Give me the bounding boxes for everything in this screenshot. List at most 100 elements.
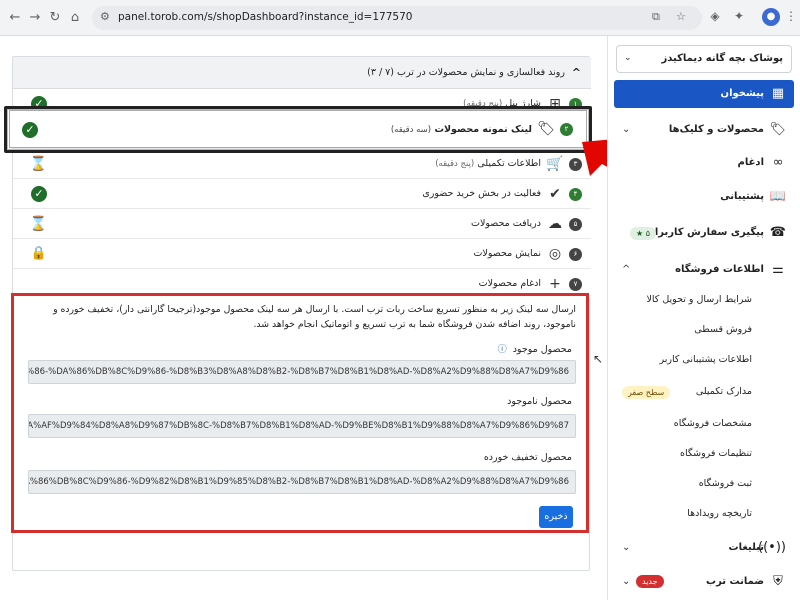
step-number: ۵ [569,218,582,231]
price-tag-icon: 🏷 [537,121,555,137]
check-icon: ✓ [31,186,47,202]
main-content: ^ روند فعالسازی و نمایش محصولات در ترب (… [0,36,666,600]
url-text: panel.torob.com/s/shopDashboard?instance… [118,11,413,23]
plus-icon: + [549,276,561,292]
field-label-unavailable: محصول ناموجود [507,396,572,407]
sidebar-subitem-register[interactable]: ثبت فروشگاه [699,478,752,489]
menu-dots-icon[interactable]: ⋮ [782,9,800,23]
step-title: نمایش محصولات [473,248,541,259]
sidebar-item-order-tracking[interactable]: ☎ پیگیری سفارش کاربران ۵ ★ [614,219,794,247]
step-duration: (پنج دقیقه) [435,159,475,169]
site-info-icon[interactable]: ⚙ [100,10,110,23]
sidebar-item-shop-info[interactable]: ⚌ اطلاعات فروشگاه ^ [614,256,794,284]
checkmark-icon: ✔ [549,186,561,202]
forward-icon[interactable]: → [26,9,44,27]
mouse-cursor-icon: ↖ [593,352,604,366]
step-title: لینک نمونه محصولات [434,124,532,135]
available-product-link-input[interactable]: %DB%8C%D9%86-%DA%86%DB%8C%D9%86-%D8%B3%D… [28,360,576,384]
chevron-down-icon: ⌄ [622,124,631,135]
sidebar-subitem-shop-details[interactable]: مشخصات فروشگاه [674,418,752,429]
sidebar-subitem-shop-settings[interactable]: تنظیمات فروشگاه [680,448,752,459]
sidebar-item-label: محصولات و کلیک‌ها [668,124,764,135]
info-icon[interactable]: ⓘ [498,345,507,355]
rating-badge: ۵ ★ [630,227,657,240]
sidebar-item-label: پیشخوان [720,88,764,99]
field-value: 3%DA%AF-%DA%AF%D9%84%D8%A8%D9%87%DB%8C-%… [29,421,569,431]
extensions-icon[interactable]: ✦ [730,9,748,23]
step-3[interactable]: ۳ 🛒 اطلاعات تکمیلی (پنج دقیقه) ⌛ [13,149,591,179]
sidebar-item-ads[interactable]: ((•)) تبلیغات ⌄ [614,534,794,562]
sidebar-subitem-history[interactable]: تاریخچه رویدادها [687,508,752,519]
sidebar-subitem-installment[interactable]: فروش قسطی [694,324,752,335]
sidebar-subitem-support-info[interactable]: اطلاعات پشتیبانی کاربر [660,354,752,365]
step-number: ۷ [569,278,582,291]
profile-avatar-icon[interactable]: ● [762,8,780,26]
sidebar-item-label: اطلاعات فروشگاه [675,264,764,275]
step-number: ۶ [569,248,582,261]
hourglass-icon: ⌛ [29,216,47,232]
step-5[interactable]: ۵ ☁ دریافت محصولات ⌛ [13,209,591,239]
browser-toolbar: ← → ↻ ⌂ ⚙ panel.torob.com/s/shopDashboar… [0,0,800,36]
chevron-up-icon: ^ [622,264,631,275]
new-badge: جدید [636,575,664,588]
sidebar-item-label: تبلیغات [728,542,764,553]
step-title: فعالیت در بخش خرید حضوری [422,188,541,199]
field-label-available: محصول موجود [512,344,572,355]
step-4[interactable]: ۴ ✔ فعالیت در بخش خرید حضوری ✓ [13,179,591,209]
step-number: ۲ [560,123,573,136]
cart-icon: 🛒 [546,156,564,172]
step-title: دریافت محصولات [471,218,541,229]
sidebar-item-products[interactable]: 🏷 محصولات و کلیک‌ها ⌄ [614,116,794,144]
merge-icon: ∞ [772,155,784,170]
back-icon[interactable]: ← [6,9,24,27]
instruction-text: ارسال سه لینک زیر به منظور تسریع ساخت رب… [53,304,576,330]
step-duration: (سه دقیقه) [390,125,432,135]
sidebar: پوشاک بچه گانه دیماکیدز ⌄ ▦ پیشخوان 🏷 مح… [607,36,800,600]
shield-icon: ⛨ [773,574,783,589]
sidebar-subitem-documents[interactable]: مدارک تکمیلی [696,386,752,397]
reload-icon[interactable]: ↻ [46,9,64,27]
save-button[interactable]: ذخیره [539,506,573,528]
broadcast-icon: ((•)) [758,540,786,555]
cloud-download-icon: ☁ [548,216,562,232]
extension-shield-icon[interactable]: ◈ [706,9,724,23]
sidebar-subitem-shipping[interactable]: شرایط ارسال و تحویل کالا [646,294,752,305]
eye-icon: ◎ [548,246,562,262]
unavailable-product-link-input[interactable]: 3%DA%AF-%DA%AF%D9%84%D8%A8%D9%87%DB%8C-%… [28,414,576,438]
step-title: ادغام محصولات [478,278,541,289]
chevron-up-icon[interactable]: ^ [572,66,581,79]
install-icon[interactable]: ⧉ [652,10,660,24]
sidebar-item-dashboard[interactable]: ▦ پیشخوان [614,80,794,108]
address-bar[interactable]: ⚙ panel.torob.com/s/shopDashboard?instan… [92,6,702,30]
lock-icon: 🔒 [30,246,47,261]
sidebar-item-label: ضمانت ترب [706,576,764,587]
level-badge: سطح صفر [622,386,671,399]
chevron-down-icon: ⌄ [624,53,632,63]
step-2-detail-panel: ارسال سه لینک زیر به منظور تسریع ساخت رب… [11,293,589,533]
field-value: %D9%86-%DA%86%DB%8C%D9%86-%D9%82%D8%B1%D… [29,477,569,487]
card-header[interactable]: ^ روند فعالسازی و نمایش محصولات در ترب (… [13,57,591,89]
shop-selector[interactable]: پوشاک بچه گانه دیماکیدز ⌄ [616,45,792,73]
sidebar-item-label: پیگیری سفارش کاربران [646,227,764,238]
headset-icon: ☎ [769,225,786,240]
discounted-product-link-input[interactable]: %D9%86-%DA%86%DB%8C%D9%86-%D9%82%D8%B1%D… [28,470,576,494]
step-2[interactable]: ۲ 🏷 لینک نمونه محصولات (سه دقیقه) ✓ [9,110,587,148]
home-icon[interactable]: ⌂ [66,9,84,27]
sidebar-item-guarantee[interactable]: ⛨ ضمانت ترب جدید ⌄ [614,568,794,596]
hourglass-icon: ⌛ [29,156,47,172]
shop-name: پوشاک بچه گانه دیماکیدز [661,53,784,64]
bookmark-star-icon[interactable]: ☆ [676,10,686,23]
sidebar-item-merge[interactable]: ∞ ادغام [614,149,794,177]
field-label-discounted: محصول تخفیف خورده [483,452,572,463]
card-title: روند فعالسازی و نمایش محصولات در ترب (۷ … [367,67,565,78]
sidebar-item-label: پشتیبانی [720,191,764,202]
book-icon: 📖 [769,189,786,204]
chevron-down-icon: ⌄ [622,576,631,587]
tag-icon: 🏷 [769,122,786,137]
check-icon: ✓ [22,122,38,138]
chevron-down-icon: ⌄ [622,542,631,553]
sidebar-item-support[interactable]: 📖 پشتیبانی [614,183,794,211]
step-6[interactable]: ۶ ◎ نمایش محصولات 🔒 [13,239,591,269]
sliders-icon: ⚌ [772,262,784,277]
dashboard-icon: ▦ [771,86,785,101]
